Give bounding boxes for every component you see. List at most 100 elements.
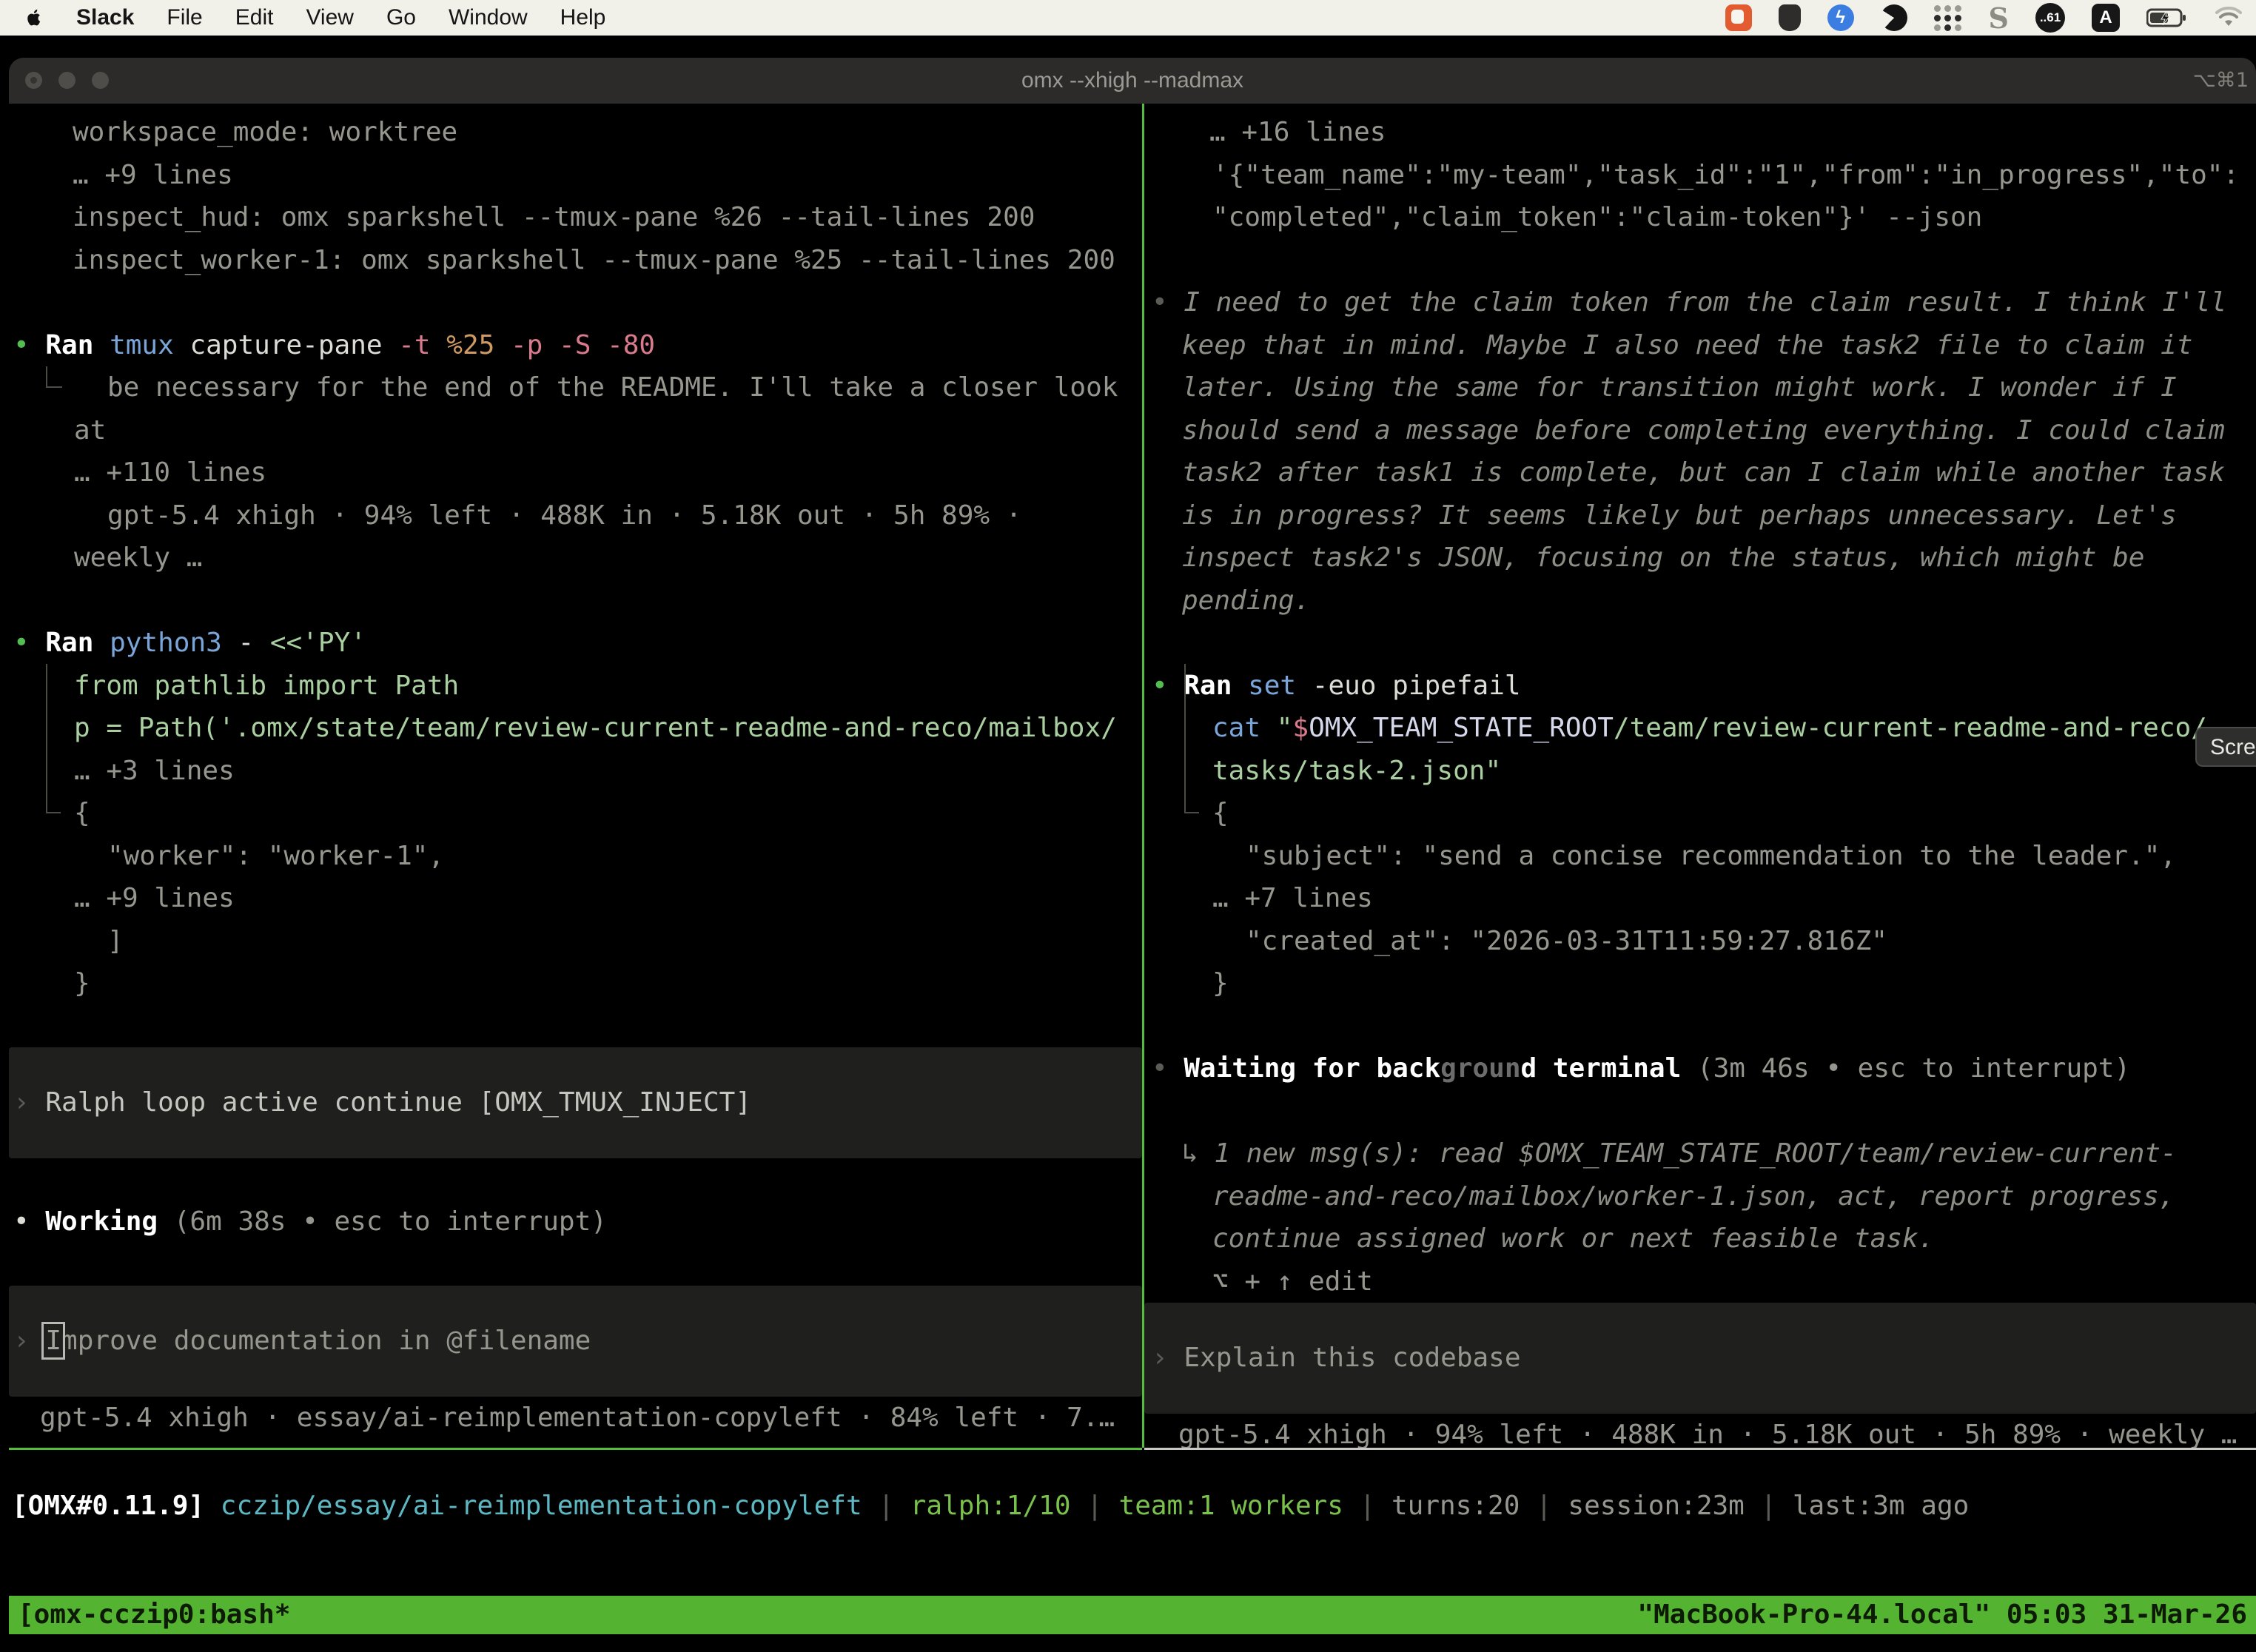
terminal-line: pending. [1144,580,2256,622]
text-segment: continue assigned work or next feasible … [1212,1223,1934,1254]
battery-icon[interactable] [2146,7,2188,29]
menu-item-file[interactable]: File [167,5,202,30]
text-segment: • [1152,287,1184,318]
prompt-input-left-box[interactable]: › Improve documentation in @filename [9,1286,1142,1397]
macos-desktop: { "menu_bar": { "app": "Slack", "items":… [0,0,2256,1652]
terminal-line: } [1144,962,2256,1005]
traffic-lights [25,72,109,89]
text-segment: › [13,1326,45,1356]
terminal-line: ↳ 1 new msg(s): read $OMX_TEAM_STATE_ROO… [1144,1132,2256,1175]
text-segment [494,330,511,360]
terminal-window: omx --xhigh --madmax ⌥⌘1 workspace_mode:… [9,58,2256,1652]
text-segment: ] [107,926,124,956]
right-agent-pane[interactable]: … +16 lines'{"team_name":"my-team","task… [1144,104,2256,1448]
text-segment [93,330,110,360]
text-segment [93,628,110,658]
text-segment: Explain this codebase [1184,1343,1520,1373]
output-connector-line [46,366,47,388]
terminal-line: at [9,409,1142,452]
text-segment: (6m 38s • esc to interrupt) [158,1206,607,1237]
terminal-line [1144,622,2256,665]
terminal-line: … +110 lines [9,451,1142,494]
output-connector-line [1184,664,1186,813]
text-segment: inspect_worker-1: omx sparkshell --tmux-… [73,245,1115,275]
text-segment: Ran [45,330,93,360]
count-badge-icon[interactable]: ..61 [2035,3,2065,33]
terminal-line: should send a message before completing … [1144,409,2256,452]
pie-icon[interactable] [1881,4,1907,31]
slack-notification-icon[interactable] [1725,4,1752,31]
text-segment: "created_at": "2026-03-31T11:59:27.816Z" [1246,926,1887,956]
text-segment: capture-pane [174,330,398,360]
terminal-line: "worker": "worker-1", [9,835,1142,878]
terminal-line: … +9 lines [9,877,1142,920]
s-curve-icon[interactable]: S [1989,1,2009,35]
prompt-input-right-box[interactable]: › Explain this codebase [1144,1303,2256,1414]
text-segment [591,330,607,360]
menu-bar: Slack File Edit View Go Window Help ϟ S ..61 A [0,0,2256,36]
text-segment: inspect_hud: omx sparkshell --tmux-pane … [73,202,1035,232]
minimize-window-button[interactable] [58,72,75,89]
text-segment: is in progress? It seems likely but perh… [1182,500,2177,531]
wifi-icon[interactable] [2215,7,2243,29]
zoom-window-button[interactable] [92,72,109,89]
tmux-session-label[interactable]: [omx-cczip0:bash* [18,1596,290,1634]
terminal-line: "subject": "send a concise recommendatio… [1144,835,2256,878]
text-segment: be necessary for the end of the README. … [107,372,1118,403]
menu-item-view[interactable]: View [306,5,353,30]
terminal-line: is in progress? It seems likely but perh… [1144,494,2256,537]
prompt-input-right: › Explain this codebase [1144,1337,2256,1380]
text-segment: OMX_TEAM_STATE_ROOT [1309,713,1614,743]
terminal-line: continue assigned work or next feasible … [1144,1218,2256,1260]
text-segment: | [1745,1491,1793,1521]
grid-dots-icon[interactable] [1934,5,1962,31]
text-segment: { [1212,798,1229,828]
text-segment: | [1071,1491,1119,1521]
terminal-line: inspect task2's JSON, focusing on the st… [1144,537,2256,580]
terminal-line: gpt-5.4 xhigh · 94% left · 488K in · 5.1… [9,494,1142,537]
terminal-line: … +7 lines [1144,877,2256,920]
menu-item-slack[interactable]: Slack [76,5,134,30]
menu-item-window[interactable]: Window [449,5,528,30]
text-segment: I need to get the claim token from the c… [1184,287,2226,318]
text-segment: "completed","claim_token":"claim-token"}… [1212,202,1982,232]
output-connector-line [46,812,61,813]
close-window-button[interactable] [25,72,42,89]
input-source-icon[interactable]: A [2092,4,2120,32]
text-segment: • [13,1206,45,1237]
screen-capture-tooltip: Scre [2195,727,2256,767]
menu-item-go[interactable]: Go [386,5,416,30]
text-segment: <<'PY' [270,628,366,658]
shield-icon[interactable] [1779,4,1801,31]
menu-status-icons: ϟ S ..61 A [1725,1,2243,35]
output-connector-line [46,386,62,388]
text-segment: Waiting for back [1184,1053,1440,1084]
text-segment: $ [1292,713,1309,743]
text-segment: weekly … [74,543,202,573]
apple-menu-icon[interactable] [25,7,44,29]
left-agent-pane[interactable]: workspace_mode: worktree … +9 lines inspec… [9,104,1142,1448]
tmux-host-clock-label: "MacBook-Pro-44.local" 05:03 31-Mar-26 [1637,1596,2247,1634]
menu-item-help[interactable]: Help [560,5,606,30]
text-segment [1260,713,1277,743]
text-segment: • [1152,671,1184,701]
text-segment: tmux [110,330,174,360]
text-segment: ralph:1/10 [910,1491,1071,1521]
text-segment: "worker": "worker-1", [107,841,444,871]
terminal-line: keep that in mind. Maybe I also need the… [1144,324,2256,367]
text-segment: team:1 workers [1119,1491,1343,1521]
terminal-line [9,1243,1142,1286]
terminal-line: task2 after task1 is complete, but can I… [1144,451,2256,494]
terminal-line [9,1158,1142,1201]
text-segment: … +9 lines [73,160,233,190]
text-segment: workspace_mode: worktree [73,117,457,147]
terminal-line [1144,1090,2256,1133]
working-status-line: • Working (6m 38s • esc to interrupt) [9,1201,1142,1243]
waiting-status-line: • Waiting for background terminal (3m 46… [1144,1047,2256,1090]
text-segment: | [1343,1491,1391,1521]
messenger-icon[interactable]: ϟ [1827,4,1854,31]
menu-item-edit[interactable]: Edit [235,5,274,30]
window-title-bar[interactable]: omx --xhigh --madmax ⌥⌘1 [9,58,2256,104]
terminal-line: from pathlib import Path [9,665,1142,708]
text-segment: • [13,330,45,360]
